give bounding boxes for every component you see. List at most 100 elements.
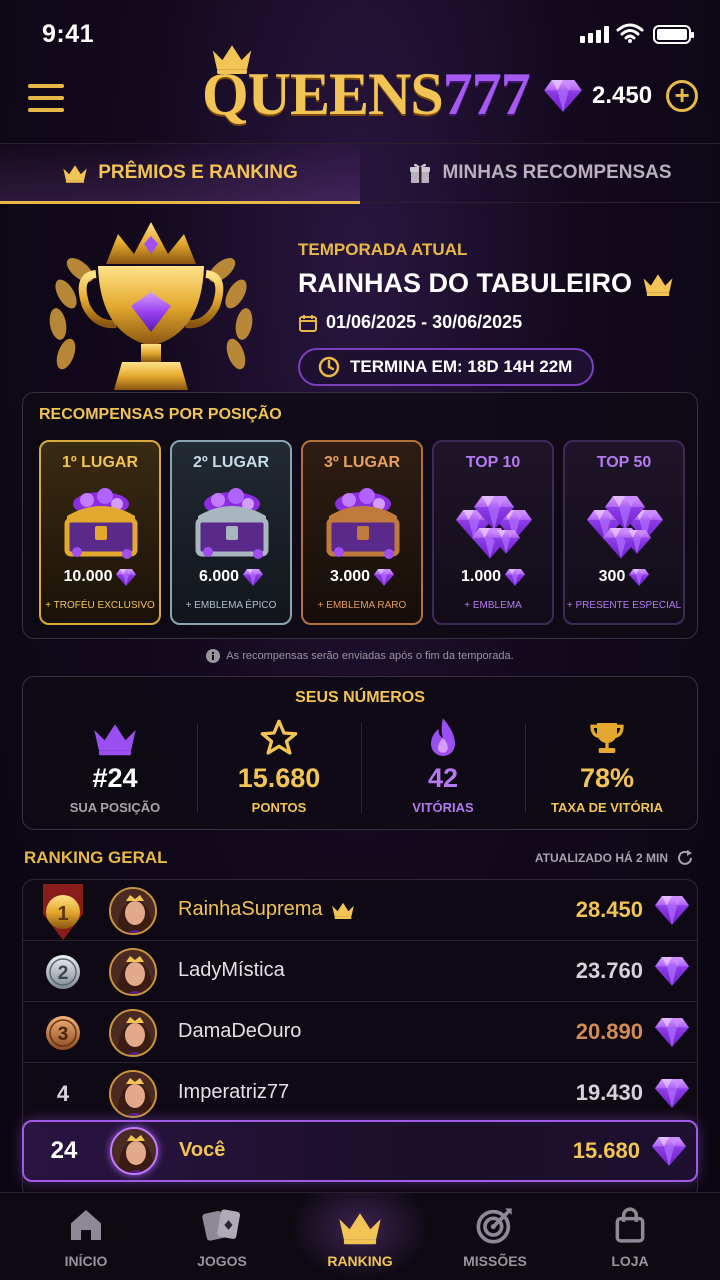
nav-loja[interactable]: LOJA: [558, 1193, 702, 1280]
stat-value: 42: [427, 763, 459, 793]
ranking-row[interactable]: 2 LadyMística 23.760: [23, 941, 697, 1002]
player-name-text: LadyMística: [178, 959, 285, 981]
ranking-heading: RANKING GERAL: [24, 848, 168, 867]
crown-icon: [337, 1209, 383, 1245]
nav-label: LOJA: [611, 1253, 649, 1269]
reward-card-2nd[interactable]: 2º LUGAR 6.000 + EMBLEMA ÉPICO: [170, 440, 292, 625]
tab-minhas-recompensas[interactable]: MINHAS RECOMPENSAS: [360, 144, 720, 202]
season-hero: TEMPORADA ATUAL RAINHAS DO TABULEIRO 01/…: [0, 204, 720, 394]
reward-value: 1.000: [434, 568, 552, 586]
status-time: 9:41: [42, 20, 95, 48]
ranking-row[interactable]: 3 DamaDeOuro 20.890: [23, 1002, 697, 1063]
stat-value: #24: [92, 763, 138, 793]
reward-value-text: 3.000: [329, 568, 371, 585]
rewards-panel: RECOMPENSAS POR POSIÇÃO 1º LUGAR 10.000 …: [22, 392, 698, 639]
stat-wins: 42 VITÓRIAS: [361, 717, 525, 821]
shopping-bag-icon: [615, 1207, 645, 1243]
info-icon: [206, 649, 221, 663]
bronze-medal-icon: 3: [39, 1012, 87, 1054]
ranking-row[interactable]: 1 RainhaSuprema 28.450: [23, 880, 697, 941]
avatar: [109, 1070, 157, 1118]
player-points: 23.760: [575, 958, 643, 983]
bronze-chest-icon: [319, 482, 407, 562]
reward-title: 3º LUGAR: [323, 454, 401, 471]
player-position: 4: [56, 1081, 70, 1106]
tab-label: MINHAS RECOMPENSAS: [442, 162, 672, 183]
nav-jogos[interactable]: JOGOS: [150, 1193, 294, 1280]
stat-points: 15.680 PONTOS: [197, 717, 361, 821]
reward-value: 3.000: [303, 568, 421, 586]
avatar: [109, 887, 157, 935]
stat-value: 78%: [579, 763, 635, 793]
reward-value-text: 10.000: [63, 568, 113, 585]
ranking-row-you[interactable]: 24 Você 15.680: [22, 1120, 698, 1182]
player-name: Imperatriz77: [178, 1081, 289, 1104]
reward-card-top10[interactable]: TOP 10 1.000 + EMBLEMA: [432, 440, 554, 625]
reward-value: 6.000: [172, 568, 290, 586]
nav-ranking[interactable]: RANKING: [288, 1193, 432, 1280]
gem-icon: [243, 569, 263, 586]
nav-inicio[interactable]: INÍCIO: [14, 1193, 158, 1280]
gold-medal-icon: 1: [39, 884, 87, 940]
gem-icon: [655, 896, 689, 925]
season-countdown: TERMINA EM: 18D 14H 22M: [298, 348, 595, 386]
reward-bonus: + PRESENTE ESPECIAL: [566, 600, 682, 611]
player-points: 15.680: [572, 1138, 640, 1163]
avatar: [109, 948, 157, 996]
reward-card-top50[interactable]: TOP 50 300 + PRESENTE ESPECIAL: [563, 440, 685, 625]
gem-icon: [116, 569, 136, 586]
tab-premios-ranking[interactable]: PRÊMIOS E RANKING: [0, 144, 360, 204]
stats-panel: SEUS NÚMEROS #24 SUA POSIÇÃO 15.680 PONT…: [22, 676, 698, 830]
player-name: LadyMística: [178, 959, 285, 982]
bottom-nav: INÍCIO JOGOS RANKING MISSÕES LOJA: [0, 1192, 720, 1280]
player-points: 28.450: [575, 897, 643, 922]
season-dates: 01/06/2025 - 30/06/2025: [298, 312, 522, 333]
player-name-text: DamaDeOuro: [178, 1020, 302, 1042]
nav-missoes[interactable]: MISSÕES: [423, 1193, 567, 1280]
wifi-icon: [616, 23, 644, 43]
logo-number: 777: [442, 61, 531, 127]
nav-label: MISSÕES: [463, 1253, 527, 1269]
stat-label: SUA POSIÇÃO: [69, 800, 161, 815]
reward-card-3rd[interactable]: 3º LUGAR 3.000 + EMBLEMA RARO: [301, 440, 423, 625]
gem-icon: [655, 1018, 689, 1047]
reward-card-1st[interactable]: 1º LUGAR 10.000 + TROFÉU EXCLUSIVO: [39, 440, 161, 625]
svg-text:3: 3: [58, 1024, 69, 1045]
season-title: RAINHAS DO TABULEIRO: [298, 268, 674, 299]
cards-icon: [202, 1209, 241, 1241]
player-name: RainhaSuprema: [178, 898, 355, 921]
add-gems-button[interactable]: +: [666, 80, 699, 112]
crown-icon: [642, 272, 674, 296]
reward-value-text: 300: [598, 568, 626, 585]
svg-text:1: 1: [57, 903, 68, 925]
nav-label: JOGOS: [197, 1253, 247, 1269]
player-name-text: Imperatriz77: [178, 1081, 290, 1103]
player-name-text: Você: [179, 1139, 226, 1161]
rewards-note-text: As recompensas serão enviadas após o fim…: [226, 650, 514, 662]
menu-button[interactable]: [28, 84, 64, 112]
flame-icon: [431, 718, 455, 756]
stats-heading: SEUS NÚMEROS: [295, 689, 425, 706]
logo-text: QUEENS: [202, 61, 444, 127]
gem-icon: [652, 1137, 686, 1166]
avatar: [109, 1009, 157, 1057]
silver-medal-icon: 2: [39, 951, 87, 993]
ranking-row[interactable]: 4 Imperatriz77 19.430: [23, 1063, 698, 1124]
tab-bar: PRÊMIOS E RANKING MINHAS RECOMPENSAS: [0, 143, 720, 204]
gem-icon: [629, 569, 649, 586]
target-icon: [476, 1208, 512, 1244]
player-points: 20.890: [575, 1019, 643, 1044]
reward-value: 300: [565, 568, 683, 586]
battery-icon: [653, 25, 694, 44]
app-logo: QUEENS777: [198, 46, 531, 134]
gem-balance: 2.450 +: [544, 80, 699, 112]
crown-icon: [331, 901, 355, 919]
reward-bonus: + EMBLEMA ÉPICO: [185, 600, 277, 611]
gold-chest-icon: [57, 482, 145, 562]
nav-label: INÍCIO: [64, 1253, 108, 1269]
home-icon: [71, 1210, 101, 1240]
crown-icon: [92, 720, 138, 756]
refresh-icon[interactable]: [676, 849, 694, 867]
stat-label: PONTOS: [251, 800, 307, 815]
rewards-heading: RECOMPENSAS POR POSIÇÃO: [39, 406, 282, 423]
